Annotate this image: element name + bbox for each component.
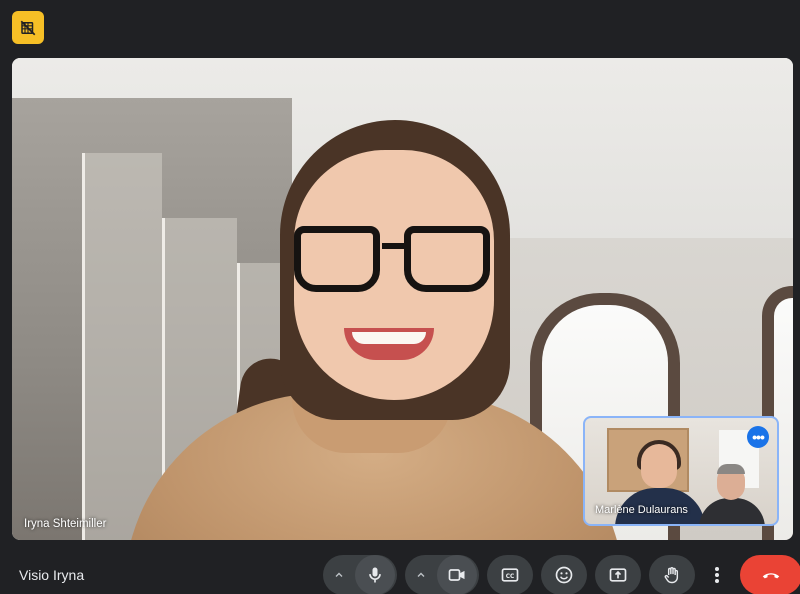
present-screen-icon [609,568,627,582]
self-view-tile[interactable]: ••• Marlène Dulaurans [583,416,779,526]
emoji-icon [555,566,573,584]
present-button[interactable] [595,555,641,594]
self-view-figure [699,498,765,524]
hand-icon [664,566,679,584]
captions-button[interactable]: CC [487,555,533,594]
self-view-participant-name: Marlène Dulaurans [595,504,688,516]
camera-off-badge[interactable] [12,11,44,44]
participant-glasses [294,226,380,292]
camera-button[interactable] [437,555,477,594]
closed-caption-icon: CC [501,568,519,582]
video-options-button[interactable] [405,570,437,580]
meeting-title: Visio Iryna [19,567,85,583]
video-background-panel [82,153,162,540]
participant-smile [352,332,426,344]
participant-glasses [404,226,490,292]
mic-icon [369,567,381,583]
chevron-up-icon [417,572,425,577]
call-end-icon [762,573,780,579]
self-view-figure [641,444,677,488]
leave-call-button[interactable] [740,555,800,594]
main-participant-name: Iryna Shteimiller [24,518,107,530]
audio-options-button[interactable] [323,570,355,580]
microphone-control [323,555,397,594]
camera-off-icon [20,20,36,35]
more-options-button[interactable] [704,555,730,594]
videocam-icon [448,569,465,581]
more-vertical-icon [715,567,719,583]
more-horizontal-icon[interactable]: ••• [747,426,769,448]
camera-control [405,555,479,594]
raise-hand-button[interactable] [649,555,695,594]
chevron-up-icon [335,572,343,577]
microphone-button[interactable] [355,555,395,594]
meeting-toolbar: Visio Iryna CC [0,540,800,594]
participant-glasses [382,243,406,249]
self-view-figure [717,464,745,474]
svg-text:CC: CC [506,574,515,580]
reactions-button[interactable] [541,555,587,594]
